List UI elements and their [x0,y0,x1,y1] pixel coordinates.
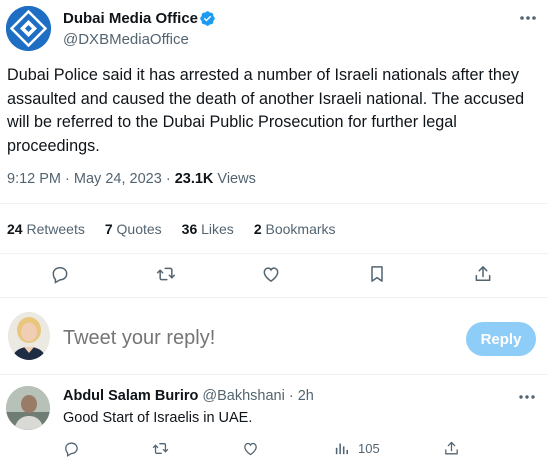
tweet-time[interactable]: 9:12 PM [7,171,61,187]
meta-separator: · [165,171,171,187]
quotes-count: 7 [104,221,113,237]
more-options-icon[interactable] [516,8,540,28]
divider [0,297,548,298]
current-user-avatar[interactable] [8,312,50,360]
likes-count: 36 [181,221,198,237]
quotes-stat[interactable]: 7 Quotes [105,221,162,237]
tweet-date[interactable]: May 24, 2023 [74,171,162,187]
bookmarks-stat[interactable]: 2 Bookmarks [254,221,336,237]
reply-share-icon[interactable] [443,438,460,458]
like-icon[interactable] [259,262,283,286]
reply-like-icon[interactable] [242,438,259,458]
reply-separator: · [288,388,294,404]
bookmark-icon[interactable] [365,262,389,286]
meta-separator: · [65,171,70,187]
reply-header: Abdul Salam Buriro @Bakhshani · 2h [63,388,314,404]
reply-author-handle[interactable]: @Bakhshani [202,388,284,404]
reply-views-count: 105 [358,440,380,456]
verified-badge-icon [200,11,215,26]
reply-text: Good Start of Israelis in UAE. [63,410,253,426]
reply-more-options-icon[interactable] [516,388,538,406]
tweet-header: Dubai Media Office @DXBMediaOffice [6,6,542,54]
tweet-meta: 9:12 PM · May 24, 2023 · 23.1K Views [7,171,256,187]
divider [0,253,548,254]
reply-time[interactable]: 2h [298,388,314,404]
reply-author-avatar[interactable] [6,386,50,430]
reply-icon[interactable] [48,262,72,286]
author-display-name[interactable]: Dubai Media Office [63,10,198,27]
retweet-icon[interactable] [154,262,178,286]
reply-action-bar: 105 [0,438,548,460]
reply-retweet-icon[interactable] [152,438,169,458]
reply-author-name[interactable]: Abdul Salam Buriro [63,388,198,404]
bookmarks-label: Bookmarks [265,221,336,237]
bookmarks-count: 2 [253,221,262,237]
views-chart-icon [335,443,349,454]
reply-composer: Reply [0,309,548,367]
reply-button[interactable]: Reply [466,322,536,356]
divider [0,203,548,204]
views-label: Views [217,171,256,187]
views-count: 23.1K [174,171,214,187]
likes-stat[interactable]: 36 Likes [182,221,234,237]
retweets-count: 24 [7,221,23,237]
tweet-text: Dubai Police said it has arrested a numb… [7,66,525,155]
reply-reply-icon[interactable] [63,438,80,458]
retweets-stat[interactable]: 24 Retweets [7,221,85,237]
reply-tweet[interactable]: Abdul Salam Buriro @Bakhshani · 2h Good … [0,378,548,460]
quotes-label: Quotes [116,221,162,237]
tweet-stats: 24 Retweets 7 Quotes 36 Likes 2 Bookmark… [7,221,356,237]
likes-label: Likes [201,221,234,237]
author-handle[interactable]: @DXBMediaOffice [63,31,189,48]
divider [0,374,548,375]
reply-input[interactable] [63,327,443,350]
retweets-label: Retweets [26,221,85,237]
share-icon[interactable] [471,262,495,286]
reply-views[interactable]: 105 [333,438,380,458]
tweet-action-bar [0,262,548,288]
dubai-media-office-logo-icon [6,6,51,51]
author-avatar[interactable] [6,6,51,51]
